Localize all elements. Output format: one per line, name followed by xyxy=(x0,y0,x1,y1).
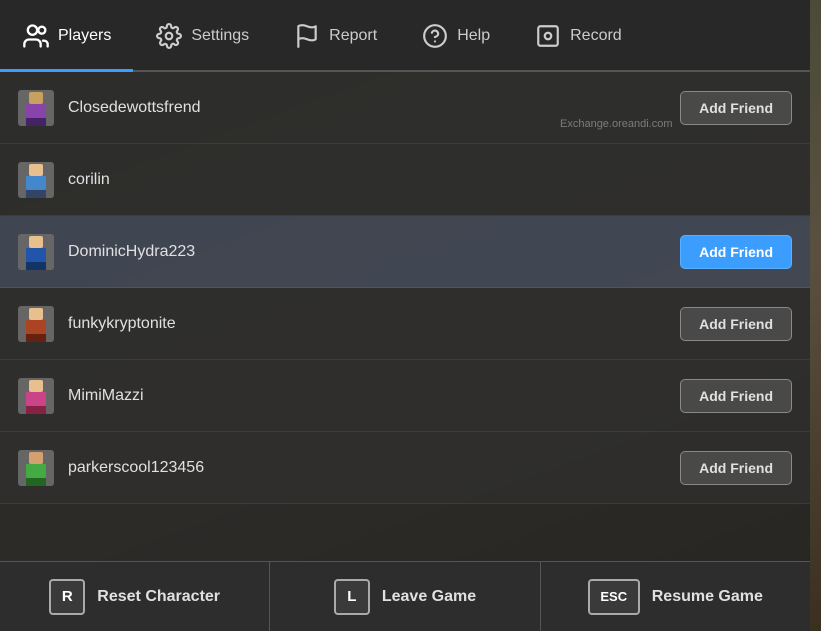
help-icon xyxy=(421,22,449,50)
nav-bar: Players Settings Report xyxy=(0,0,810,72)
resume-key-badge: ESC xyxy=(588,579,640,615)
player-row[interactable]: DominicHydra223 Add Friend xyxy=(0,216,810,288)
nav-item-report[interactable]: Report xyxy=(271,2,399,72)
avatar xyxy=(18,450,54,486)
player-name: corilin xyxy=(68,171,792,189)
avatar xyxy=(18,306,54,342)
reset-character-label: Reset Character xyxy=(97,588,220,606)
player-row[interactable]: parkerscool123456 Add Friend xyxy=(0,432,810,504)
leave-key-badge: L xyxy=(334,579,370,615)
player-row[interactable]: funkykryptonite Add Friend xyxy=(0,288,810,360)
player-name: parkerscool123456 xyxy=(68,459,680,477)
resume-game-button[interactable]: ESC Resume Game xyxy=(541,562,810,631)
action-bar: R Reset Character L Leave Game ESC Resum… xyxy=(0,561,810,631)
resume-game-label: Resume Game xyxy=(652,588,763,606)
leave-game-button[interactable]: L Leave Game xyxy=(270,562,540,631)
nav-settings-label: Settings xyxy=(191,27,249,45)
player-list: Closedewottsfrend Add Friend corilin xyxy=(0,72,810,561)
player-row[interactable]: MimiMazzi Add Friend xyxy=(0,360,810,432)
avatar-figure xyxy=(22,92,50,124)
add-friend-button[interactable]: Add Friend xyxy=(680,451,792,485)
nav-report-label: Report xyxy=(329,27,377,45)
avatar-figure xyxy=(22,452,50,484)
add-friend-button[interactable]: Add Friend xyxy=(680,235,792,269)
nav-item-players[interactable]: Players xyxy=(0,2,133,72)
players-icon xyxy=(22,22,50,50)
player-name: funkykryptonite xyxy=(68,315,680,333)
leave-game-label: Leave Game xyxy=(382,588,476,606)
avatar xyxy=(18,378,54,414)
avatar-figure xyxy=(22,236,50,268)
reset-key-badge: R xyxy=(49,579,85,615)
player-row[interactable]: corilin xyxy=(0,144,810,216)
add-friend-button[interactable]: Add Friend xyxy=(680,307,792,341)
player-row[interactable]: Closedewottsfrend Add Friend xyxy=(0,72,810,144)
add-friend-button[interactable]: Add Friend xyxy=(680,379,792,413)
record-icon xyxy=(534,22,562,50)
avatar-figure xyxy=(22,164,50,196)
add-friend-button[interactable]: Add Friend xyxy=(680,91,792,125)
main-panel: Players Settings Report xyxy=(0,0,810,631)
reset-character-button[interactable]: R Reset Character xyxy=(0,562,270,631)
avatar-figure xyxy=(22,308,50,340)
player-name: Closedewottsfrend xyxy=(68,99,680,117)
avatar xyxy=(18,234,54,270)
nav-item-help[interactable]: Help xyxy=(399,2,512,72)
report-icon xyxy=(293,22,321,50)
nav-help-label: Help xyxy=(457,27,490,45)
settings-icon xyxy=(155,22,183,50)
nav-item-record[interactable]: Record xyxy=(512,2,644,72)
avatar-figure xyxy=(22,380,50,412)
player-name: MimiMazzi xyxy=(68,387,680,405)
nav-record-label: Record xyxy=(570,27,622,45)
avatar xyxy=(18,162,54,198)
nav-players-label: Players xyxy=(58,27,111,45)
avatar xyxy=(18,90,54,126)
player-name: DominicHydra223 xyxy=(68,243,680,261)
nav-item-settings[interactable]: Settings xyxy=(133,2,271,72)
